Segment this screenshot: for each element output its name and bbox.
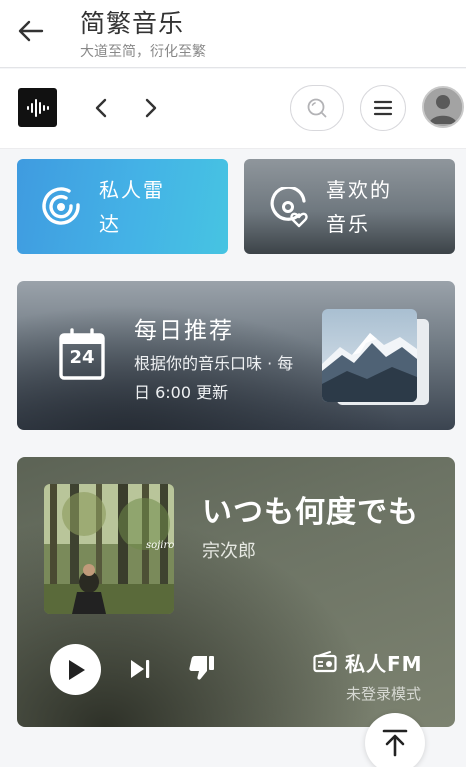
daily-cover-image bbox=[322, 309, 417, 402]
dislike-icon bbox=[189, 656, 214, 680]
login-mode-status: 未登录模式 bbox=[345, 685, 421, 703]
radio-icon bbox=[313, 651, 337, 673]
private-fm-badge[interactable]: 私人FM bbox=[313, 647, 423, 677]
back-button[interactable] bbox=[14, 14, 48, 48]
daily-recommend-title: 每日推荐 bbox=[134, 318, 234, 344]
private-fm-card: sojiro いつも何度でも 宗次郎 私人FM 未登录模式 bbox=[17, 457, 455, 727]
liked-music-icon bbox=[270, 187, 308, 228]
liked-music-label: 喜欢的音乐 bbox=[326, 178, 392, 236]
radar-icon bbox=[42, 187, 80, 225]
nav-forward-button[interactable] bbox=[136, 91, 166, 125]
daily-recommend-card[interactable]: 24 每日推荐 根据你的音乐口味 · 每日 6:00 更新 bbox=[17, 281, 455, 430]
calendar-icon: 24 bbox=[59, 328, 105, 380]
private-fm-label: 私人FM bbox=[345, 651, 423, 676]
user-avatar-icon bbox=[424, 88, 462, 126]
song-title[interactable]: いつも何度でも bbox=[202, 487, 419, 531]
nav-back-button[interactable] bbox=[86, 91, 116, 125]
search-icon bbox=[307, 98, 327, 118]
private-radar-card[interactable]: 私人雷达 bbox=[17, 159, 228, 254]
skip-next-button[interactable] bbox=[128, 656, 154, 682]
calendar-day: 24 bbox=[69, 347, 95, 368]
scroll-to-top-button[interactable] bbox=[365, 713, 425, 767]
search-button[interactable] bbox=[290, 85, 344, 131]
arrow-to-top-icon bbox=[382, 729, 408, 757]
daily-recommend-description: 根据你的音乐口味 · 每日 6:00 更新 bbox=[134, 354, 294, 402]
app-logo[interactable] bbox=[18, 88, 57, 127]
app-header: 简繁音乐 大道至简，衍化至繁 bbox=[0, 0, 466, 68]
play-icon bbox=[68, 659, 85, 680]
fm-cover-text: sojiro bbox=[146, 540, 174, 551]
waveform-icon bbox=[26, 98, 49, 117]
skip-next-icon bbox=[131, 660, 150, 678]
song-artist[interactable]: 宗次郎 bbox=[202, 537, 256, 563]
app-title: 简繁音乐 bbox=[80, 9, 185, 38]
hamburger-icon bbox=[373, 100, 393, 116]
fm-cover-image[interactable]: sojiro bbox=[44, 484, 174, 614]
arrow-left-icon bbox=[18, 20, 44, 42]
dislike-button[interactable] bbox=[188, 654, 216, 682]
menu-button[interactable] bbox=[360, 85, 406, 131]
play-button[interactable] bbox=[50, 644, 101, 695]
private-radar-label: 私人雷达 bbox=[99, 178, 165, 236]
toolbar bbox=[0, 69, 466, 149]
liked-music-card[interactable]: 喜欢的音乐 bbox=[244, 159, 455, 254]
chevron-right-icon bbox=[145, 98, 157, 118]
chevron-left-icon bbox=[95, 98, 107, 118]
app-subtitle: 大道至简，衍化至繁 bbox=[80, 44, 206, 60]
avatar[interactable] bbox=[422, 86, 464, 128]
